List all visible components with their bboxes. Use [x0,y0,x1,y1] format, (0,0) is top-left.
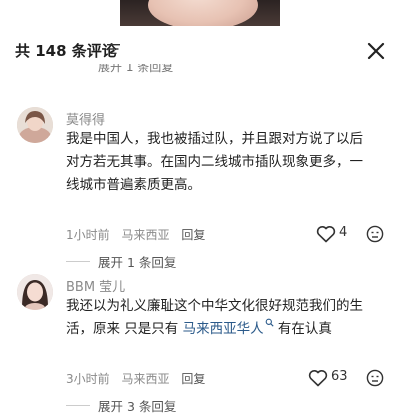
avatar-image [17,107,53,143]
search-icon[interactable] [265,318,274,327]
dislike-face-icon[interactable] [366,225,384,243]
comment-text-line: 我是中国人，我也被插过队，并且跟对方说了以后 [66,131,363,147]
like-button[interactable]: 63 [308,368,358,388]
comment-item: BBM 莹儿 我还以为礼义廉耻这个中华文化很好规范我们的生 活，原来 只是只有 … [0,270,400,414]
comments-sheet: 共 148 条评论 展开 1 条回复 莫得得 我是中国人，我也被插过队，并且跟对… [0,26,400,414]
avatar-image [17,274,53,310]
search-mention-link[interactable]: 马来西亚华人 [183,321,264,337]
expand-replies-button[interactable]: 展开 1 条回复 [66,252,266,270]
reply-button[interactable]: 回复 [181,372,205,386]
comment-text-line: 对方若无其事。在国内二线城市插队现象更多，一 [66,154,363,170]
comment-text: 我是中国人，我也被插过队，并且跟对方说了以后 对方若无其事。在国内二线城市插队现… [66,128,386,197]
comment-text-line: 活，原来 只是只有 马来西亚华人 有在认真 [66,318,386,341]
comment-meta: 3小时前 马来西亚 回复 [66,370,213,387]
divider [66,261,90,262]
comment-text-segment: 有在认真 [273,321,332,337]
comment-text-line: 线城市普遍素质更高。 [66,177,201,193]
heart-outline-icon [316,226,336,243]
comments-header: 共 148 条评论 [0,26,400,72]
comment-location: 马来西亚 [121,372,170,386]
comment-count-title: 共 148 条评论 [15,42,117,60]
sort-lines-icon[interactable] [107,43,121,55]
comment-meta: 1小时前 马来西亚 回复 [66,226,213,243]
partial-expand-replies[interactable]: 展开 1 条回复 [98,64,173,74]
expand-replies-button[interactable]: 展开 3 条回复 [66,396,266,414]
like-count: 4 [339,225,348,240]
divider [66,405,90,406]
expand-replies-label: 展开 1 条回复 [98,255,177,270]
comment-location: 马来西亚 [121,228,170,242]
heart-outline-icon [308,370,328,387]
close-icon[interactable] [364,39,388,63]
reply-button[interactable]: 回复 [181,228,205,242]
comment-text: 我还以为礼义廉耻这个中华文化很好规范我们的生 活，原来 只是只有 马来西亚华人 … [66,295,386,341]
video-thumbnail [120,0,280,26]
comment-item: 莫得得 我是中国人，我也被插过队，并且跟对方说了以后 对方若无其事。在国内二线城… [0,104,400,270]
comment-time: 1小时前 [66,228,110,242]
comment-text-segment: 活，原来 只是只有 [66,321,183,337]
avatar[interactable] [17,274,53,310]
comment-text-line: 我还以为礼义廉耻这个中华文化很好规范我们的生 [66,298,363,314]
like-count: 63 [331,369,348,384]
dislike-face-icon[interactable] [366,369,384,387]
video-face-image [148,0,258,26]
comment-time: 3小时前 [66,372,110,386]
expand-replies-label: 展开 3 条回复 [98,399,177,414]
comment-username[interactable]: 莫得得 [66,109,105,128]
avatar[interactable] [17,107,53,143]
like-button[interactable]: 4 [316,224,366,244]
video-preview-strip [0,0,400,26]
comment-username[interactable]: BBM 莹儿 [66,276,125,295]
